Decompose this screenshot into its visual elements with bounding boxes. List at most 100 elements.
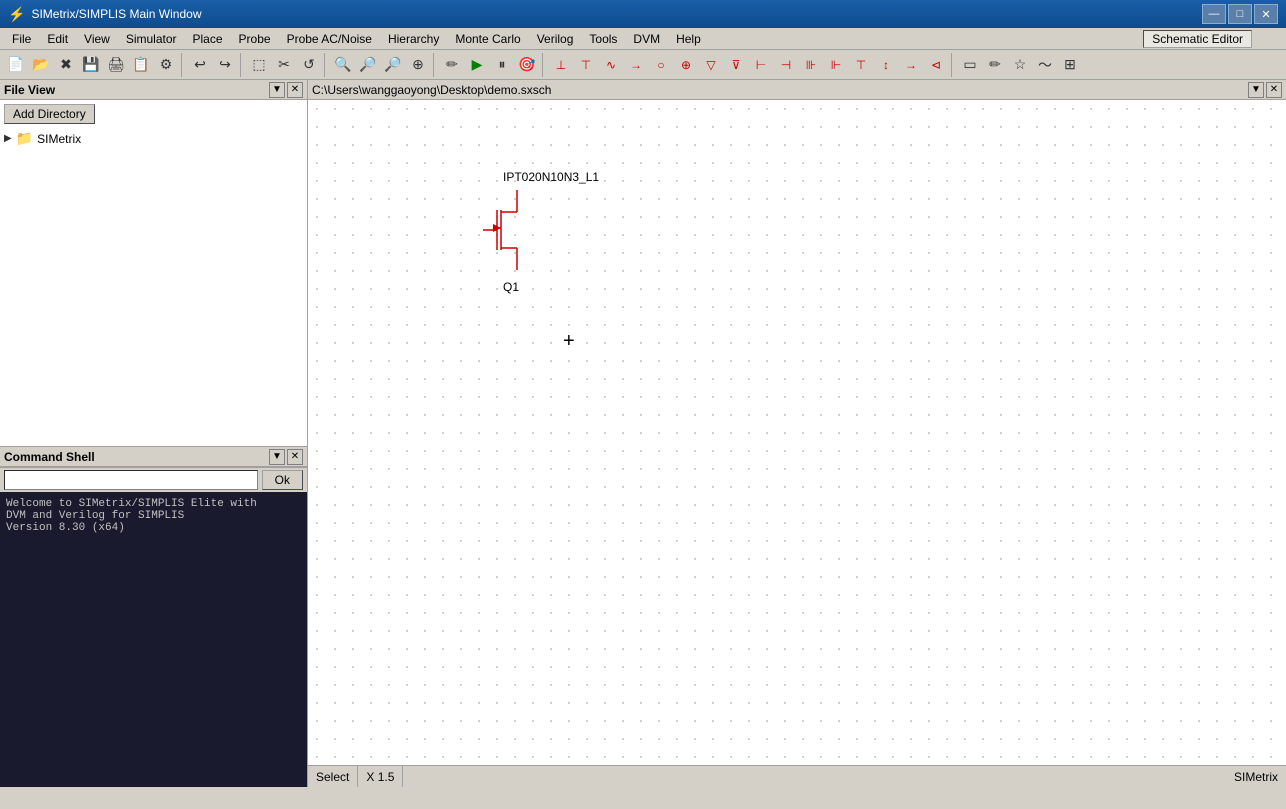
cmd-input-row: Ok (0, 467, 307, 492)
marker-button[interactable]: ☆ (1008, 53, 1032, 77)
new-button[interactable]: 📄 (4, 53, 28, 77)
nmos-button[interactable]: ⊢ (749, 53, 773, 77)
command-shell-title: Command Shell (4, 450, 95, 464)
rotate-button[interactable]: ↺ (297, 53, 321, 77)
gnd-button[interactable]: ⊥ (549, 53, 573, 77)
pnp-button[interactable]: ⊩ (824, 53, 848, 77)
print-button[interactable]: 🖨 (104, 53, 128, 77)
menu-verilog[interactable]: Verilog (529, 30, 582, 48)
diode-button[interactable]: ▽ (699, 53, 723, 77)
pause-button[interactable]: ⏸ (490, 53, 514, 77)
tb-sep-2 (240, 53, 244, 77)
schematic-close-button[interactable]: ✕ (1266, 82, 1282, 98)
run-button[interactable]: ▶ (465, 53, 489, 77)
vsource-button[interactable]: ⊕ (674, 53, 698, 77)
folder-icon: 📁 (16, 130, 33, 147)
grid-button[interactable]: ⊞ (1058, 53, 1082, 77)
select-button[interactable]: ⬚ (247, 53, 271, 77)
file-view-close-button[interactable]: ✕ (287, 82, 303, 98)
bus-button[interactable]: ↕ (874, 53, 898, 77)
file-view-pin-button[interactable]: ▼ (269, 82, 285, 98)
line-button[interactable]: ▭ (958, 53, 982, 77)
tb-sep-5 (542, 53, 546, 77)
mosfet-symbol (483, 190, 543, 290)
wire-button[interactable]: → (899, 53, 923, 77)
zoom-in-button[interactable]: 🔎 (381, 53, 405, 77)
save-button[interactable]: 💾 (79, 53, 103, 77)
status-mode-text: Select (316, 770, 349, 784)
menu-dvm[interactable]: DVM (625, 30, 668, 48)
cmd-pin-button[interactable]: ▼ (269, 449, 285, 465)
vdd-button[interactable]: ⊤ (574, 53, 598, 77)
command-shell-panel: Command Shell ▼ ✕ Ok Welcome to SIMetrix… (0, 447, 307, 787)
menu-view[interactable]: View (76, 30, 118, 48)
probe-button[interactable]: 🎯 (515, 53, 539, 77)
tree-item-simetrix[interactable]: ▶ 📁 SIMetrix (4, 128, 303, 149)
main-content: File View ▼ ✕ Add Directory ▶ 📁 SIMetrix… (0, 80, 1286, 787)
open-button[interactable]: 📂 (29, 53, 53, 77)
schematic-pin-button[interactable]: ▼ (1248, 82, 1264, 98)
command-shell-header: Command Shell ▼ ✕ (0, 447, 307, 467)
cmd-welcome-text: Welcome to SIMetrix/SIMPLIS Elite with D… (6, 498, 257, 534)
capacitor-button[interactable]: → (624, 53, 648, 77)
arrow-button[interactable]: ⊲ (924, 53, 948, 77)
zoom-out-button[interactable]: 🔎 (356, 53, 380, 77)
redo-button[interactable]: ↪ (213, 53, 237, 77)
cmd-ok-button[interactable]: Ok (262, 470, 303, 490)
port-button[interactable]: ⊤ (849, 53, 873, 77)
close-doc-button[interactable]: ✖ (54, 53, 78, 77)
crosshair-cursor: + (563, 330, 583, 350)
inductor-button[interactable]: ○ (649, 53, 673, 77)
status-coords-text: X 1.5 (366, 770, 394, 784)
menu-monte-carlo[interactable]: Monte Carlo (447, 30, 528, 48)
zoom-area-button[interactable]: ⊕ (406, 53, 430, 77)
cmd-close-button[interactable]: ✕ (287, 449, 303, 465)
tb-sep-4 (433, 53, 437, 77)
status-bar: Select X 1.5 SIMetrix (308, 765, 1286, 787)
npn-button[interactable]: ⊪ (799, 53, 823, 77)
cmd-input-field[interactable] (4, 470, 258, 490)
cmd-output: Welcome to SIMetrix/SIMPLIS Elite with D… (0, 492, 307, 787)
tb-sep-3 (324, 53, 328, 77)
tree-item-label: SIMetrix (37, 132, 81, 146)
menu-simulator[interactable]: Simulator (118, 30, 185, 48)
component-ref-label: Q1 (503, 280, 519, 294)
menu-edit[interactable]: Edit (39, 30, 76, 48)
title-bar: ⚡ SIMetrix/SIMPLIS Main Window — □ ✕ (0, 0, 1286, 28)
status-app-text: SIMetrix (1234, 770, 1278, 784)
zener-button[interactable]: ⊽ (724, 53, 748, 77)
text-button[interactable]: ✏ (983, 53, 1007, 77)
app-icon: ⚡ (8, 6, 25, 23)
minimize-button[interactable]: — (1202, 4, 1226, 24)
file-view-header: File View ▼ ✕ (0, 80, 307, 100)
menu-probe[interactable]: Probe (231, 30, 279, 48)
menu-probe-ac-noise[interactable]: Probe AC/Noise (279, 30, 380, 48)
pmos-button[interactable]: ⊣ (774, 53, 798, 77)
tree-arrow-icon: ▶ (4, 133, 12, 144)
copy-button[interactable]: 📋 (129, 53, 153, 77)
menu-place[interactable]: Place (185, 30, 231, 48)
file-view-title: File View (4, 83, 55, 97)
pen-button[interactable]: ✏ (440, 53, 464, 77)
undo-button[interactable]: ↩ (188, 53, 212, 77)
wave-button[interactable]: 〜 (1033, 53, 1057, 77)
schematic-canvas[interactable]: IPT020N10N3_L1 (308, 100, 1286, 765)
cut-button[interactable]: ✂ (272, 53, 296, 77)
zoom-fit-button[interactable]: 🔍 (331, 53, 355, 77)
menu-hierarchy[interactable]: Hierarchy (380, 30, 447, 48)
menu-tools[interactable]: Tools (581, 30, 625, 48)
right-panel: C:\Users\wanggaoyong\Desktop\demo.sxsch … (308, 80, 1286, 787)
add-directory-button[interactable]: Add Directory (4, 104, 95, 124)
left-panel: File View ▼ ✕ Add Directory ▶ 📁 SIMetrix… (0, 80, 308, 787)
file-view-panel: File View ▼ ✕ Add Directory ▶ 📁 SIMetrix (0, 80, 307, 447)
schematic-path-header: C:\Users\wanggaoyong\Desktop\demo.sxsch … (308, 80, 1286, 100)
schematic-editor-label: Schematic Editor (1143, 30, 1252, 48)
settings-button[interactable]: ⚙ (154, 53, 178, 77)
menu-help[interactable]: Help (668, 30, 709, 48)
resistor-button[interactable]: ∿ (599, 53, 623, 77)
menu-file[interactable]: File (4, 30, 39, 48)
close-button[interactable]: ✕ (1254, 4, 1278, 24)
maximize-button[interactable]: □ (1228, 4, 1252, 24)
component-name-label: IPT020N10N3_L1 (503, 170, 599, 184)
schematic-path: C:\Users\wanggaoyong\Desktop\demo.sxsch (312, 83, 551, 97)
